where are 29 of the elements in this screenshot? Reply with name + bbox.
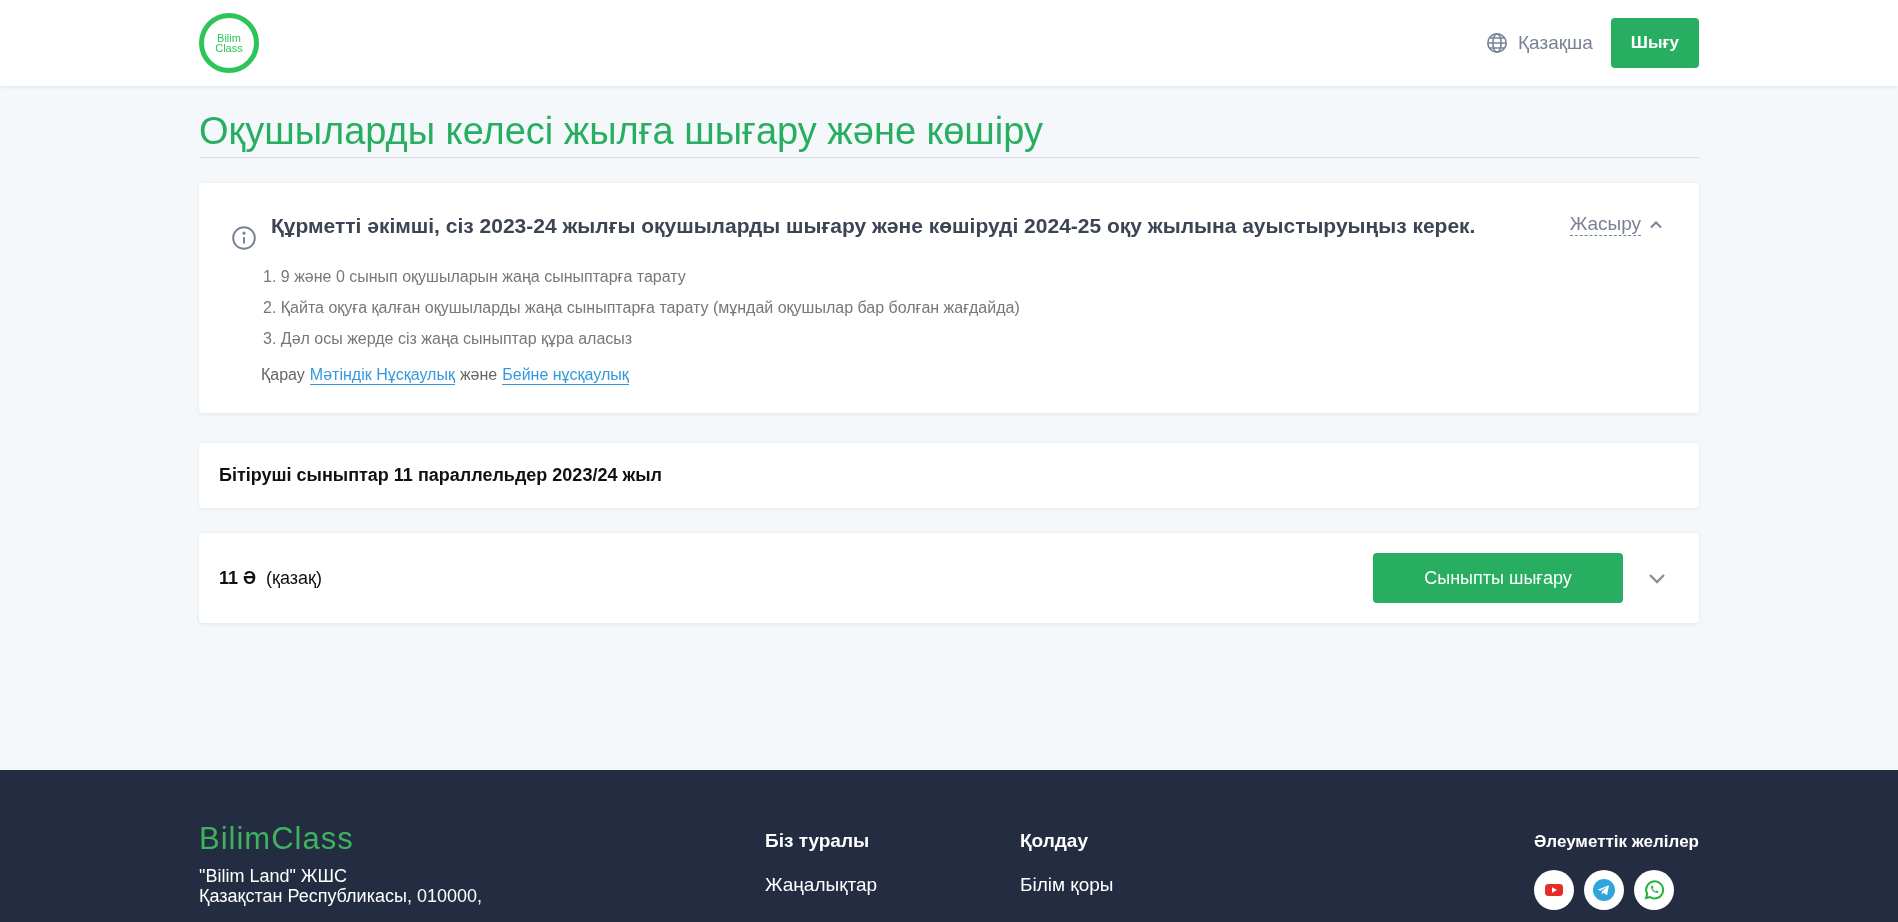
section-header: Бітіруші сыныптар 11 параллельдер 2023/24 жыл [219, 465, 662, 486]
text-guide-link[interactable]: Мәтіндік Нұсқаулық [309, 366, 455, 385]
footer-brand: BilimClass [199, 822, 355, 856]
social-heading: Әлеуметтік желілер [1534, 832, 1699, 852]
footer-heading: Біз туралы [765, 830, 871, 852]
paper-plane-icon[interactable] [1584, 870, 1624, 910]
address-line: Қазақстан Республикасы, 010000, [199, 886, 483, 906]
instruction-step: 1. 9 және 0 сынып оқушыларын жаңа сыныптарға тарату [263, 261, 1663, 292]
see-label: Қарау [261, 366, 305, 385]
instruction-step: 3. Дәл осы жерде сіз жаңа сыныптар құра аласыз [263, 323, 1663, 354]
address-line: "Bilim Land" ЖШС [199, 866, 348, 886]
and-label: және [459, 366, 498, 385]
class-name: 11 Ә (қазақ) [219, 567, 322, 589]
logo[interactable]: Bilim Class [199, 13, 259, 73]
footer-heading: Қолдау [1020, 830, 1089, 852]
language-switcher[interactable]: Қазақша [1486, 32, 1593, 54]
hide-toggle[interactable]: Жасыру [1569, 213, 1663, 236]
notice-heading: Құрметті әкімші, сіз 2023-24 жылғы оқушыларды шығару және көшіруді 2024-25 оқу жылына ауыстыруыңыз керек. [271, 213, 1477, 239]
logout-button[interactable]: Шығу [1610, 18, 1699, 68]
footer-link[interactable]: Білім қоры [1020, 874, 1275, 896]
video-play-icon[interactable] [1534, 870, 1574, 910]
info-icon [231, 225, 257, 251]
page-title: Оқушыларды келесі жылға шығару және көшіру [199, 86, 1699, 158]
chat-phone-icon[interactable] [1634, 870, 1674, 910]
instruction-step: 2. Қайта оқуға қалған оқушыларды жаңа сыныптарға тарату (мұндай оқушылар бар болған жағдайда) [263, 292, 1663, 323]
video-guide-link[interactable]: Бейне нұсқаулық [502, 366, 629, 385]
promote-class-button[interactable]: Сыныпты шығару [1373, 553, 1623, 603]
globe-icon [1486, 32, 1509, 54]
footer-link[interactable]: Жаңалықтар [765, 874, 1020, 896]
